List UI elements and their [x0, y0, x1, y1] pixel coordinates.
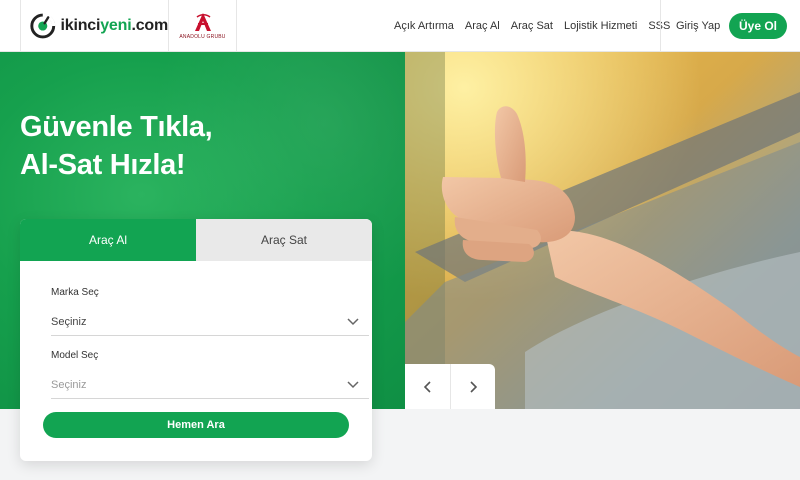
model-select[interactable]: Seçiniz — [51, 371, 369, 399]
nav-item-arac-al[interactable]: Araç Al — [465, 20, 500, 32]
site-header: ikinciyeni.com ANADOLU GRUBU Açık Artırm… — [0, 0, 800, 52]
search-tabs: Araç Al Araç Sat — [20, 219, 372, 261]
partner-name: ANADOLU GRUBU — [179, 34, 226, 40]
nav-divider — [660, 0, 661, 52]
site-logo[interactable]: ikinciyeni.com — [20, 0, 169, 52]
chevron-down-icon — [347, 380, 359, 388]
model-field-label: Model Seç — [51, 350, 99, 361]
tab-arac-al[interactable]: Araç Al — [20, 219, 196, 261]
slider-prev-button[interactable] — [405, 364, 450, 409]
slider-next-button[interactable] — [450, 364, 495, 409]
brand-field: Marka Seç Seçiniz — [51, 287, 369, 336]
slider-controls — [405, 364, 495, 409]
logo-text: ikinciyeni.com — [60, 17, 169, 34]
brand-select[interactable]: Seçiniz — [51, 308, 369, 336]
main-nav: Açık Artırma Araç Al Araç Sat Lojistik H… — [394, 0, 681, 52]
nav-item-lojistik-hizmeti[interactable]: Lojistik Hizmeti — [564, 20, 637, 32]
hero-photo-thumbs-up — [405, 52, 800, 409]
chevron-down-icon — [347, 317, 359, 325]
hero-title: Güvenle Tıkla, Al-Sat Hızla! — [20, 111, 213, 181]
partner-logo: ANADOLU GRUBU — [169, 0, 237, 52]
partner-emblem-icon — [194, 13, 211, 31]
chevron-right-icon — [470, 380, 478, 393]
nav-item-arac-sat[interactable]: Araç Sat — [511, 20, 553, 32]
chevron-left-icon — [423, 380, 431, 393]
logo-icon — [30, 13, 56, 39]
model-field: Model Seç Seçiniz — [51, 350, 369, 399]
model-select-value: Seçiniz — [51, 378, 87, 391]
page: ikinciyeni.com ANADOLU GRUBU Açık Artırm… — [0, 0, 800, 480]
brand-select-value: Seçiniz — [51, 315, 87, 328]
nav-item-acik-artirma[interactable]: Açık Artırma — [394, 20, 454, 32]
vehicle-search-card: Araç Al Araç Sat Marka Seç Seçiniz Model… — [20, 219, 372, 461]
tab-arac-sat[interactable]: Araç Sat — [196, 219, 372, 261]
login-link[interactable]: Giriş Yap — [676, 0, 720, 52]
brand-field-label: Marka Seç — [51, 287, 99, 298]
search-submit-button[interactable]: Hemen Ara — [43, 412, 349, 438]
signup-button[interactable]: Üye Ol — [729, 13, 787, 39]
